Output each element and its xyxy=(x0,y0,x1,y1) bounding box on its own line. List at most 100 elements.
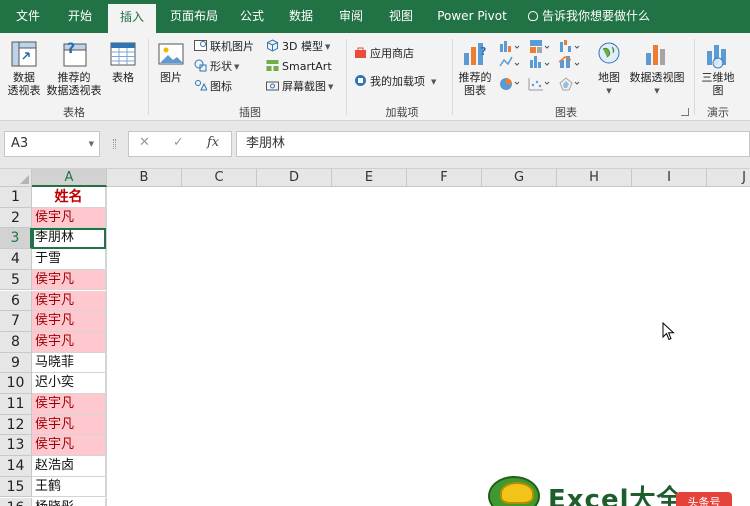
3d-models-label: 3D 模型 xyxy=(282,40,323,53)
row-header[interactable]: 12 xyxy=(0,414,32,436)
addins-icon xyxy=(354,74,367,87)
cancel-icon[interactable]: ✕ xyxy=(139,135,150,150)
resize-handle[interactable] xyxy=(113,139,116,149)
tab-page-layout[interactable]: 页面布局 xyxy=(162,0,226,33)
3d-models-button[interactable]: 3D 模型 ▼ xyxy=(266,38,330,56)
shapes-icon xyxy=(194,59,207,72)
recommended-pivot-button[interactable]: ? 推荐的 数据透视表 xyxy=(46,39,102,97)
column-header-e[interactable]: E xyxy=(332,169,407,187)
row-header[interactable]: 14 xyxy=(0,456,32,477)
cell-a[interactable]: 杨晓彤 xyxy=(32,497,106,506)
pivot-chart-button[interactable]: 数据透视图 ▼ xyxy=(628,39,686,98)
tab-review[interactable]: 审阅 xyxy=(330,0,372,33)
charts-group-label: 图表 xyxy=(555,106,577,119)
chevron-down-icon: ▼ xyxy=(654,87,660,95)
tab-power-pivot[interactable]: Power Pivot xyxy=(432,0,512,33)
column-header-b[interactable]: B xyxy=(107,169,182,187)
my-addins-button[interactable]: 我的加载项 ▼ xyxy=(354,73,436,91)
chevron-down-icon: ▼ xyxy=(328,83,334,91)
store-button[interactable]: 应用商店 xyxy=(354,45,414,63)
maps-button[interactable]: 地图 ▼ xyxy=(594,39,624,98)
formula-input[interactable]: 李朋林 xyxy=(236,131,750,157)
tables-group-label: 表格 xyxy=(63,106,85,119)
lightbulb-icon xyxy=(528,11,538,21)
cube-icon xyxy=(266,39,279,52)
tab-file[interactable]: 文件 xyxy=(6,0,50,33)
store-icon xyxy=(354,46,367,59)
row-header[interactable]: 10 xyxy=(0,373,32,394)
column-header-f[interactable]: F xyxy=(407,169,482,187)
row-header[interactable]: 4 xyxy=(0,249,32,270)
enter-icon[interactable]: ✓ xyxy=(173,135,184,150)
name-box[interactable]: A3 ▼ xyxy=(4,131,100,157)
row-header[interactable]: 9 xyxy=(0,352,32,374)
column-header-j[interactable]: J xyxy=(707,169,750,187)
shapes-button[interactable]: 形状 ▼ xyxy=(194,58,239,76)
ribbon-tab-bar: 文件 开始 插入 页面布局 公式 数据 审阅 视图 Power Pivot 告诉… xyxy=(0,0,750,33)
smartart-label: SmartArt xyxy=(282,60,332,73)
tab-view[interactable]: 视图 xyxy=(380,0,422,33)
cell-a-duplicate[interactable]: 侯宇凡 xyxy=(32,207,106,229)
row-header-active[interactable]: 3 xyxy=(0,228,32,250)
column-header-h[interactable]: H xyxy=(557,169,632,187)
chevron-down-icon: ▼ xyxy=(234,63,240,71)
cell-a3-active[interactable]: 李朋林 xyxy=(32,228,106,250)
cell-a-duplicate[interactable]: 侯宇凡 xyxy=(32,331,106,353)
select-all-button[interactable] xyxy=(0,169,32,187)
chevron-down-icon[interactable]: ▼ xyxy=(89,132,94,156)
tab-formulas[interactable]: 公式 xyxy=(232,0,272,33)
row-header[interactable]: 11 xyxy=(0,394,32,415)
shapes-label: 形状 xyxy=(210,60,232,73)
insert-function-icon[interactable]: fx xyxy=(207,135,219,150)
row-header[interactable]: 7 xyxy=(0,311,32,332)
pictures-button[interactable]: 图片 xyxy=(154,39,188,84)
icons-button[interactable]: 图标 xyxy=(194,78,232,96)
tell-me-search[interactable]: 告诉我你想要做什么 xyxy=(528,0,650,33)
tab-data[interactable]: 数据 xyxy=(280,0,322,33)
combo-chart-icon xyxy=(558,56,580,68)
recommended-charts-label: 推荐的 图表 xyxy=(458,71,492,97)
row-header[interactable]: 15 xyxy=(0,476,32,498)
3d-map-button[interactable]: 三维地 图 xyxy=(698,39,738,97)
cell-a[interactable]: 迟小奕 xyxy=(32,373,106,394)
column-header-g[interactable]: G xyxy=(482,169,557,187)
row-header[interactable]: 2 xyxy=(0,207,32,229)
row-header[interactable]: 6 xyxy=(0,290,32,312)
table-button[interactable]: 表格 xyxy=(106,39,140,84)
cell-a1-header[interactable]: 姓名 xyxy=(32,187,106,208)
screenshot-button[interactable]: 屏幕截图 ▼ xyxy=(266,78,333,96)
cell-a-duplicate[interactable]: 侯宇凡 xyxy=(32,414,106,436)
online-pictures-label: 联机图片 xyxy=(210,40,254,53)
pivot-table-button[interactable]: 数据 透视表 xyxy=(4,39,44,97)
row-header[interactable]: 13 xyxy=(0,435,32,457)
column-header-a[interactable]: A xyxy=(32,169,107,187)
column-header-c[interactable]: C xyxy=(182,169,257,187)
cell-a[interactable]: 王鹤 xyxy=(32,476,106,498)
cell-a-duplicate[interactable]: 侯宇凡 xyxy=(32,311,106,332)
charts-dialog-launcher[interactable] xyxy=(681,108,689,116)
tab-insert[interactable]: 插入 xyxy=(108,4,156,33)
row-header[interactable]: 1 xyxy=(0,187,32,208)
column-header-d[interactable]: D xyxy=(257,169,332,187)
cell-a-duplicate[interactable]: 侯宇凡 xyxy=(32,394,106,415)
smartart-button[interactable]: SmartArt xyxy=(266,58,332,76)
row-header[interactable]: 16 xyxy=(0,497,32,506)
cell-a-duplicate[interactable]: 侯宇凡 xyxy=(32,290,106,312)
row-header[interactable]: 8 xyxy=(0,331,32,353)
name-box-value: A3 xyxy=(11,136,29,151)
cell-a-duplicate[interactable]: 侯宇凡 xyxy=(32,435,106,457)
recommended-pivot-label: 推荐的 数据透视表 xyxy=(46,71,102,97)
statistic-chart-icon xyxy=(530,56,550,68)
cell-a-duplicate[interactable]: 侯宇凡 xyxy=(32,269,106,291)
turtle-mascot-icon xyxy=(488,476,540,506)
column-header-i[interactable]: I xyxy=(632,169,707,187)
cell-a[interactable]: 马晓菲 xyxy=(32,352,106,374)
row-header[interactable]: 5 xyxy=(0,269,32,291)
chevron-down-icon: ▼ xyxy=(324,43,331,51)
recommended-charts-button[interactable]: ? 推荐的 图表 xyxy=(456,39,494,97)
cell-a[interactable]: 赵浩卤 xyxy=(32,456,106,477)
cell-a[interactable]: 于雪 xyxy=(32,249,106,270)
tab-home[interactable]: 开始 xyxy=(56,0,104,33)
formula-buttons: ✕ ✓ fx xyxy=(128,131,232,157)
online-pictures-button[interactable]: 联机图片 xyxy=(194,38,254,56)
